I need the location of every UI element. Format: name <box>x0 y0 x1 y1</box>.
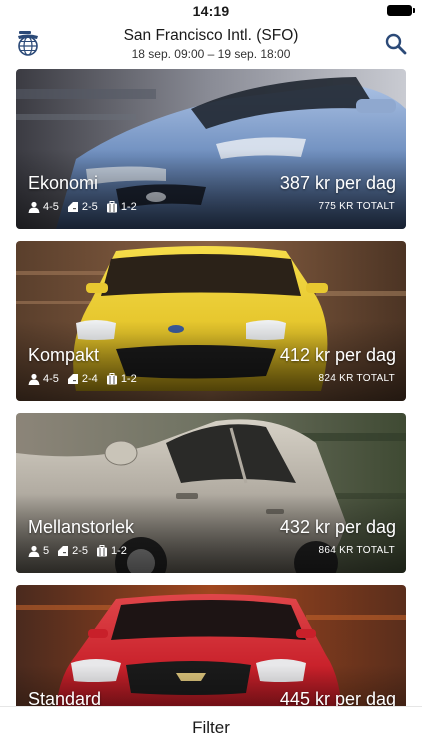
car-total: 824 KR TOTALT <box>318 373 395 384</box>
globe-icon <box>18 31 38 56</box>
car-specs: 5 2-5 1-2 <box>28 544 135 558</box>
car-price: 432 kr per dag <box>279 517 396 537</box>
doors-value: 2-5 <box>72 545 89 557</box>
doors-value: 2-4 <box>81 373 98 385</box>
person-icon <box>28 201 40 213</box>
car-class-label: Mellanstorlek <box>28 517 135 537</box>
page-title: San Francisco Intl. (SFO) <box>123 27 299 44</box>
person-icon <box>28 373 40 385</box>
car-total: 775 KR TOTALT <box>318 201 395 212</box>
status-bar: 14:19 <box>0 0 422 22</box>
spec-bags: 1-2 <box>106 201 137 213</box>
doors-value: 2-5 <box>81 201 98 213</box>
spec-doors: 2-5 <box>67 201 98 213</box>
door-icon <box>58 546 69 556</box>
car-card-ekonomi[interactable]: Ekonomi 387 kr per dag 4-5 2-5 1-2 775 K… <box>16 69 406 229</box>
search-button[interactable] <box>384 32 408 56</box>
suitcase-icon <box>97 545 108 557</box>
bags-value: 1-2 <box>111 545 127 557</box>
passengers-value: 5 <box>43 545 50 557</box>
door-icon <box>67 202 78 212</box>
date-range: 18 sep. 09:00 – 19 sep. 18:00 <box>131 47 291 61</box>
spec-passengers: 5 <box>28 545 49 557</box>
car-list: Ekonomi 387 kr per dag 4-5 2-5 1-2 775 K… <box>16 69 406 750</box>
passengers-value: 4-5 <box>43 373 59 385</box>
passengers-value: 4-5 <box>43 201 59 213</box>
door-icon <box>67 374 78 384</box>
person-icon <box>28 545 40 557</box>
suitcase-icon <box>106 201 117 213</box>
car-specs: 4-5 2-4 1-2 <box>28 372 145 386</box>
bags-value: 1-2 <box>120 201 137 213</box>
spec-doors: 2-5 <box>57 545 88 557</box>
car-total: 864 KR TOTALT <box>318 545 395 556</box>
spec-doors: 2-4 <box>67 373 98 385</box>
suitcase-icon <box>106 373 117 385</box>
car-card-mellanstorlek[interactable]: Mellanstorlek 432 kr per dag 5 2-5 1-2 8… <box>16 413 406 573</box>
spec-bags: 1-2 <box>96 545 127 557</box>
car-price: 412 kr per dag <box>279 345 396 365</box>
car-class-label: Kompakt <box>28 345 100 365</box>
globe-button[interactable] <box>16 30 40 56</box>
car-class-label: Ekonomi <box>28 173 99 193</box>
spec-passengers: 4-5 <box>28 373 59 385</box>
car-price: 387 kr per dag <box>279 173 396 193</box>
bags-value: 1-2 <box>120 373 137 385</box>
car-specs: 4-5 2-5 1-2 <box>28 200 145 214</box>
car-card-kompakt[interactable]: Kompakt 412 kr per dag 4-5 2-4 1-2 824 K… <box>16 241 406 401</box>
search-icon <box>385 33 407 55</box>
header: San Francisco Intl. (SFO) 18 sep. 09:00 … <box>0 22 422 68</box>
spec-passengers: 4-5 <box>28 201 59 213</box>
app-screen: 14:19 San Francisco Intl. (SFO) 18 sep. … <box>0 0 422 750</box>
battery-icon <box>387 5 415 16</box>
spec-bags: 1-2 <box>106 373 137 385</box>
bottom-bar: Filter <box>0 706 422 750</box>
status-time: 14:19 <box>192 3 230 19</box>
filter-button[interactable]: Filter <box>0 718 422 738</box>
